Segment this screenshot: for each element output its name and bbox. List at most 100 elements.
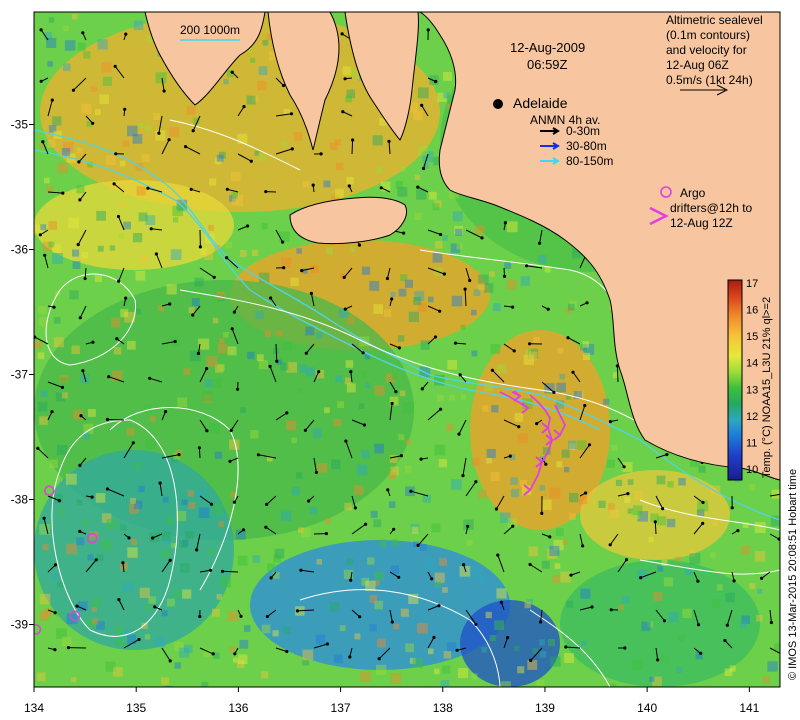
sst-pixel xyxy=(434,581,441,588)
sst-pixel xyxy=(417,145,428,156)
sst-pixel xyxy=(120,309,129,318)
velocity-arrow-head xyxy=(57,499,61,503)
velocity-arrow-head xyxy=(433,335,438,339)
sst-pixel xyxy=(354,633,361,640)
velocity-arrow-head xyxy=(348,655,352,659)
velocity-arrow-head xyxy=(583,403,587,408)
sst-pixel xyxy=(279,231,290,242)
velocity-arrow xyxy=(107,419,125,421)
velocity-arrow-head xyxy=(455,648,459,652)
velocity-arrow-head xyxy=(78,316,82,320)
velocity-arrow-head xyxy=(151,536,155,540)
velocity-arrow-head xyxy=(148,376,152,380)
sst-pixel xyxy=(138,486,145,493)
sst-pixel xyxy=(547,639,555,647)
sst-pixel xyxy=(109,245,115,251)
velocity-arrow-head xyxy=(39,28,43,32)
sst-pixel xyxy=(524,601,531,609)
sst-pixel xyxy=(240,407,246,413)
sst-pixel xyxy=(145,215,156,225)
velocity-arrow-head xyxy=(94,558,98,562)
sst-pixel xyxy=(219,338,225,344)
sst-pixel xyxy=(520,276,531,286)
velocity-arrow-head xyxy=(124,296,128,300)
sst-pixel xyxy=(44,177,50,184)
x-tick-label: 134 xyxy=(24,701,44,715)
sst-pixel xyxy=(298,527,304,533)
velocity-arrow-head xyxy=(121,561,125,565)
sst-pixel xyxy=(569,513,576,520)
velocity-arrow-head xyxy=(608,420,613,424)
sst-pixel xyxy=(58,508,65,515)
sst-pixel xyxy=(442,587,448,593)
sst-pixel xyxy=(76,147,83,154)
sst-pixel xyxy=(191,298,200,306)
sst-pixel xyxy=(440,680,450,687)
sst-pixel xyxy=(741,545,750,555)
sst-pixel xyxy=(63,63,71,72)
sst-pixel xyxy=(66,543,78,555)
sst-pixel xyxy=(39,416,48,425)
sst-pixel xyxy=(434,668,440,675)
sst-pixel xyxy=(92,618,99,625)
velocity-arrow-head xyxy=(50,410,54,414)
sst-pixel xyxy=(560,571,571,583)
sst-pixel xyxy=(239,639,249,649)
velocity-arrow-head xyxy=(236,387,240,391)
sst-pixel xyxy=(624,497,631,504)
velocity-arrow-head xyxy=(349,370,353,374)
velocity-arrow-head xyxy=(137,637,141,642)
sst-pixel xyxy=(36,672,46,682)
sst-pixel xyxy=(316,559,322,565)
sst-pixel xyxy=(403,402,415,413)
sst-pixel xyxy=(229,646,236,653)
sst-pixel xyxy=(556,382,566,393)
velocity-arrow-head xyxy=(232,310,236,314)
sst-pixel xyxy=(478,577,486,585)
sst-pixel xyxy=(754,551,766,562)
sst-pixel xyxy=(302,649,314,661)
y-tick-label: -39 xyxy=(11,618,29,632)
sst-pixel xyxy=(527,660,538,670)
sst-pixel xyxy=(452,211,463,222)
sst-pixel xyxy=(77,42,86,51)
velocity-arrow-head xyxy=(696,579,700,583)
sst-pixel xyxy=(251,249,259,256)
sst-pixel xyxy=(710,552,716,558)
sst-pixel xyxy=(490,344,501,354)
sst-pixel xyxy=(323,180,331,188)
sst-pixel xyxy=(71,345,80,354)
sst-pixel xyxy=(185,531,194,540)
velocity-arrow-head xyxy=(409,489,413,493)
velocity-arrow-head xyxy=(90,495,94,499)
sst-pixel xyxy=(38,305,47,315)
sst-pixel xyxy=(250,57,256,63)
velocity-arrow-head xyxy=(430,577,434,581)
sst-pixel xyxy=(566,600,574,608)
sst-pixel xyxy=(353,485,364,495)
sst-pixel xyxy=(374,443,384,454)
sst-pixel xyxy=(533,336,540,344)
sst-pixel xyxy=(54,337,64,348)
velocity-arrow-head xyxy=(168,558,172,562)
sst-pixel xyxy=(361,371,367,378)
sst-pixel xyxy=(606,459,615,468)
sst-pixel xyxy=(123,221,131,230)
sst-pixel xyxy=(374,571,384,581)
velocity-arrow-head xyxy=(249,159,253,163)
sst-pixel xyxy=(754,522,766,533)
sst-pixel xyxy=(161,610,168,617)
sst-pixel xyxy=(162,496,169,503)
velocity-arrow-head xyxy=(730,506,734,510)
velocity-arrow-head xyxy=(503,221,507,225)
sst-pixel xyxy=(634,490,644,500)
sst-pixel xyxy=(51,573,59,580)
sst-pixel xyxy=(388,501,396,508)
sst-pixel xyxy=(552,574,561,583)
sst-pixel xyxy=(68,217,80,229)
sst-pixel xyxy=(496,364,507,374)
sst-pixel xyxy=(76,185,85,194)
sst-pixel xyxy=(231,192,238,199)
velocity-arrow-head xyxy=(462,563,466,567)
velocity-arrow-head xyxy=(105,417,110,422)
